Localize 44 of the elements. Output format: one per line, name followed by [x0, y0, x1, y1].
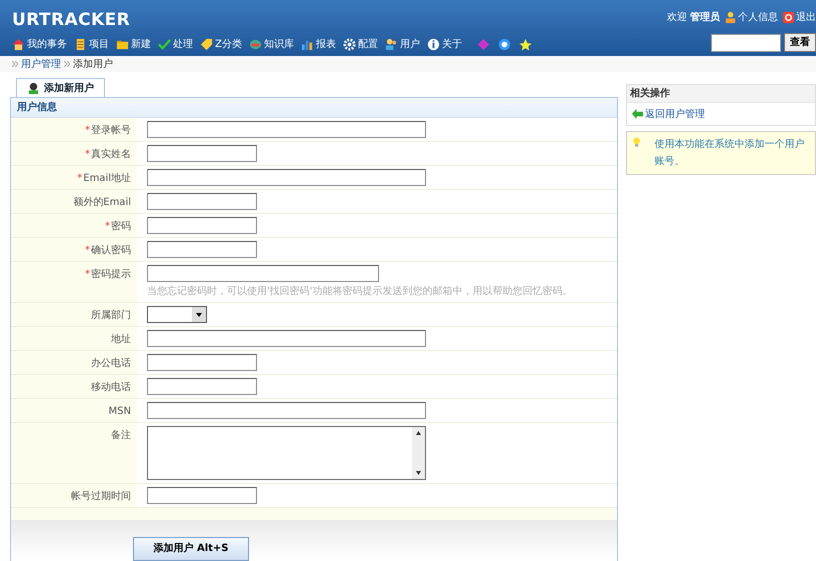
field-label: 移动电话	[91, 380, 131, 395]
hint-text: 当您忘记密码时，可以使用'找回密码'功能将密码提示发送到您的邮箱中，用以帮助您回忆密码。	[147, 284, 572, 299]
required-marker: *	[85, 124, 90, 138]
field-label: Email地址	[83, 172, 131, 186]
back-link[interactable]: 返回用户管理	[631, 106, 705, 122]
field-label: 办公电话	[91, 356, 131, 371]
nav-link[interactable]: 我的事务	[12, 37, 67, 52]
nav-link[interactable]: 用户	[384, 37, 420, 52]
nav-link[interactable]: 知识库	[248, 37, 294, 52]
required-marker: *	[85, 148, 90, 162]
required-marker: *	[85, 268, 90, 282]
required-marker: *	[77, 172, 82, 186]
breadcrumb-link[interactable]: 用户管理	[21, 56, 61, 72]
nav-link[interactable]: 配置	[342, 37, 378, 52]
field-label: 密码提示	[91, 268, 131, 282]
field-label: 地址	[111, 332, 131, 347]
add-user-button[interactable]: 添加用户 Alt+S	[133, 536, 249, 560]
field-label: MSN	[108, 405, 131, 419]
required-marker: *	[85, 244, 90, 258]
field-label: 额外的Email	[73, 196, 131, 210]
nav-link[interactable]: 处理	[158, 37, 193, 52]
logout-link[interactable]: 退出	[782, 10, 816, 25]
field-label: 密码	[111, 220, 131, 234]
required-marker: *	[105, 220, 110, 234]
breadcrumb-link[interactable]: 添加用户	[73, 56, 113, 72]
nav-link[interactable]: 报表	[300, 37, 336, 52]
nav-link[interactable]: 项目	[74, 37, 109, 52]
field-label: 帐号过期时间	[71, 490, 131, 504]
profile-link[interactable]: 个人信息	[724, 10, 778, 25]
search-button[interactable]: 查看	[784, 33, 816, 52]
field-label: 登录帐号	[91, 124, 131, 138]
tab[interactable]: 添加新用户	[16, 78, 105, 97]
field-label: 备注	[111, 428, 131, 443]
field-label: 真实姓名	[91, 148, 131, 162]
nav-link[interactable]: Z分类	[200, 37, 242, 52]
nav-link[interactable]: 关于	[426, 37, 462, 52]
welcome-text: 欢迎 管理员	[666, 10, 720, 25]
section-title: 用户信息	[17, 100, 57, 115]
nav-link[interactable]: 新建	[116, 37, 151, 52]
side-panel-title: 相关操作	[630, 86, 670, 101]
field-label: 所属部门	[91, 308, 131, 323]
tip-text: 使用本功能在系统中添加一个用户账号。	[653, 138, 806, 169]
app-logo: URTRACKER	[12, 12, 132, 29]
field-label: 确认密码	[91, 244, 131, 258]
